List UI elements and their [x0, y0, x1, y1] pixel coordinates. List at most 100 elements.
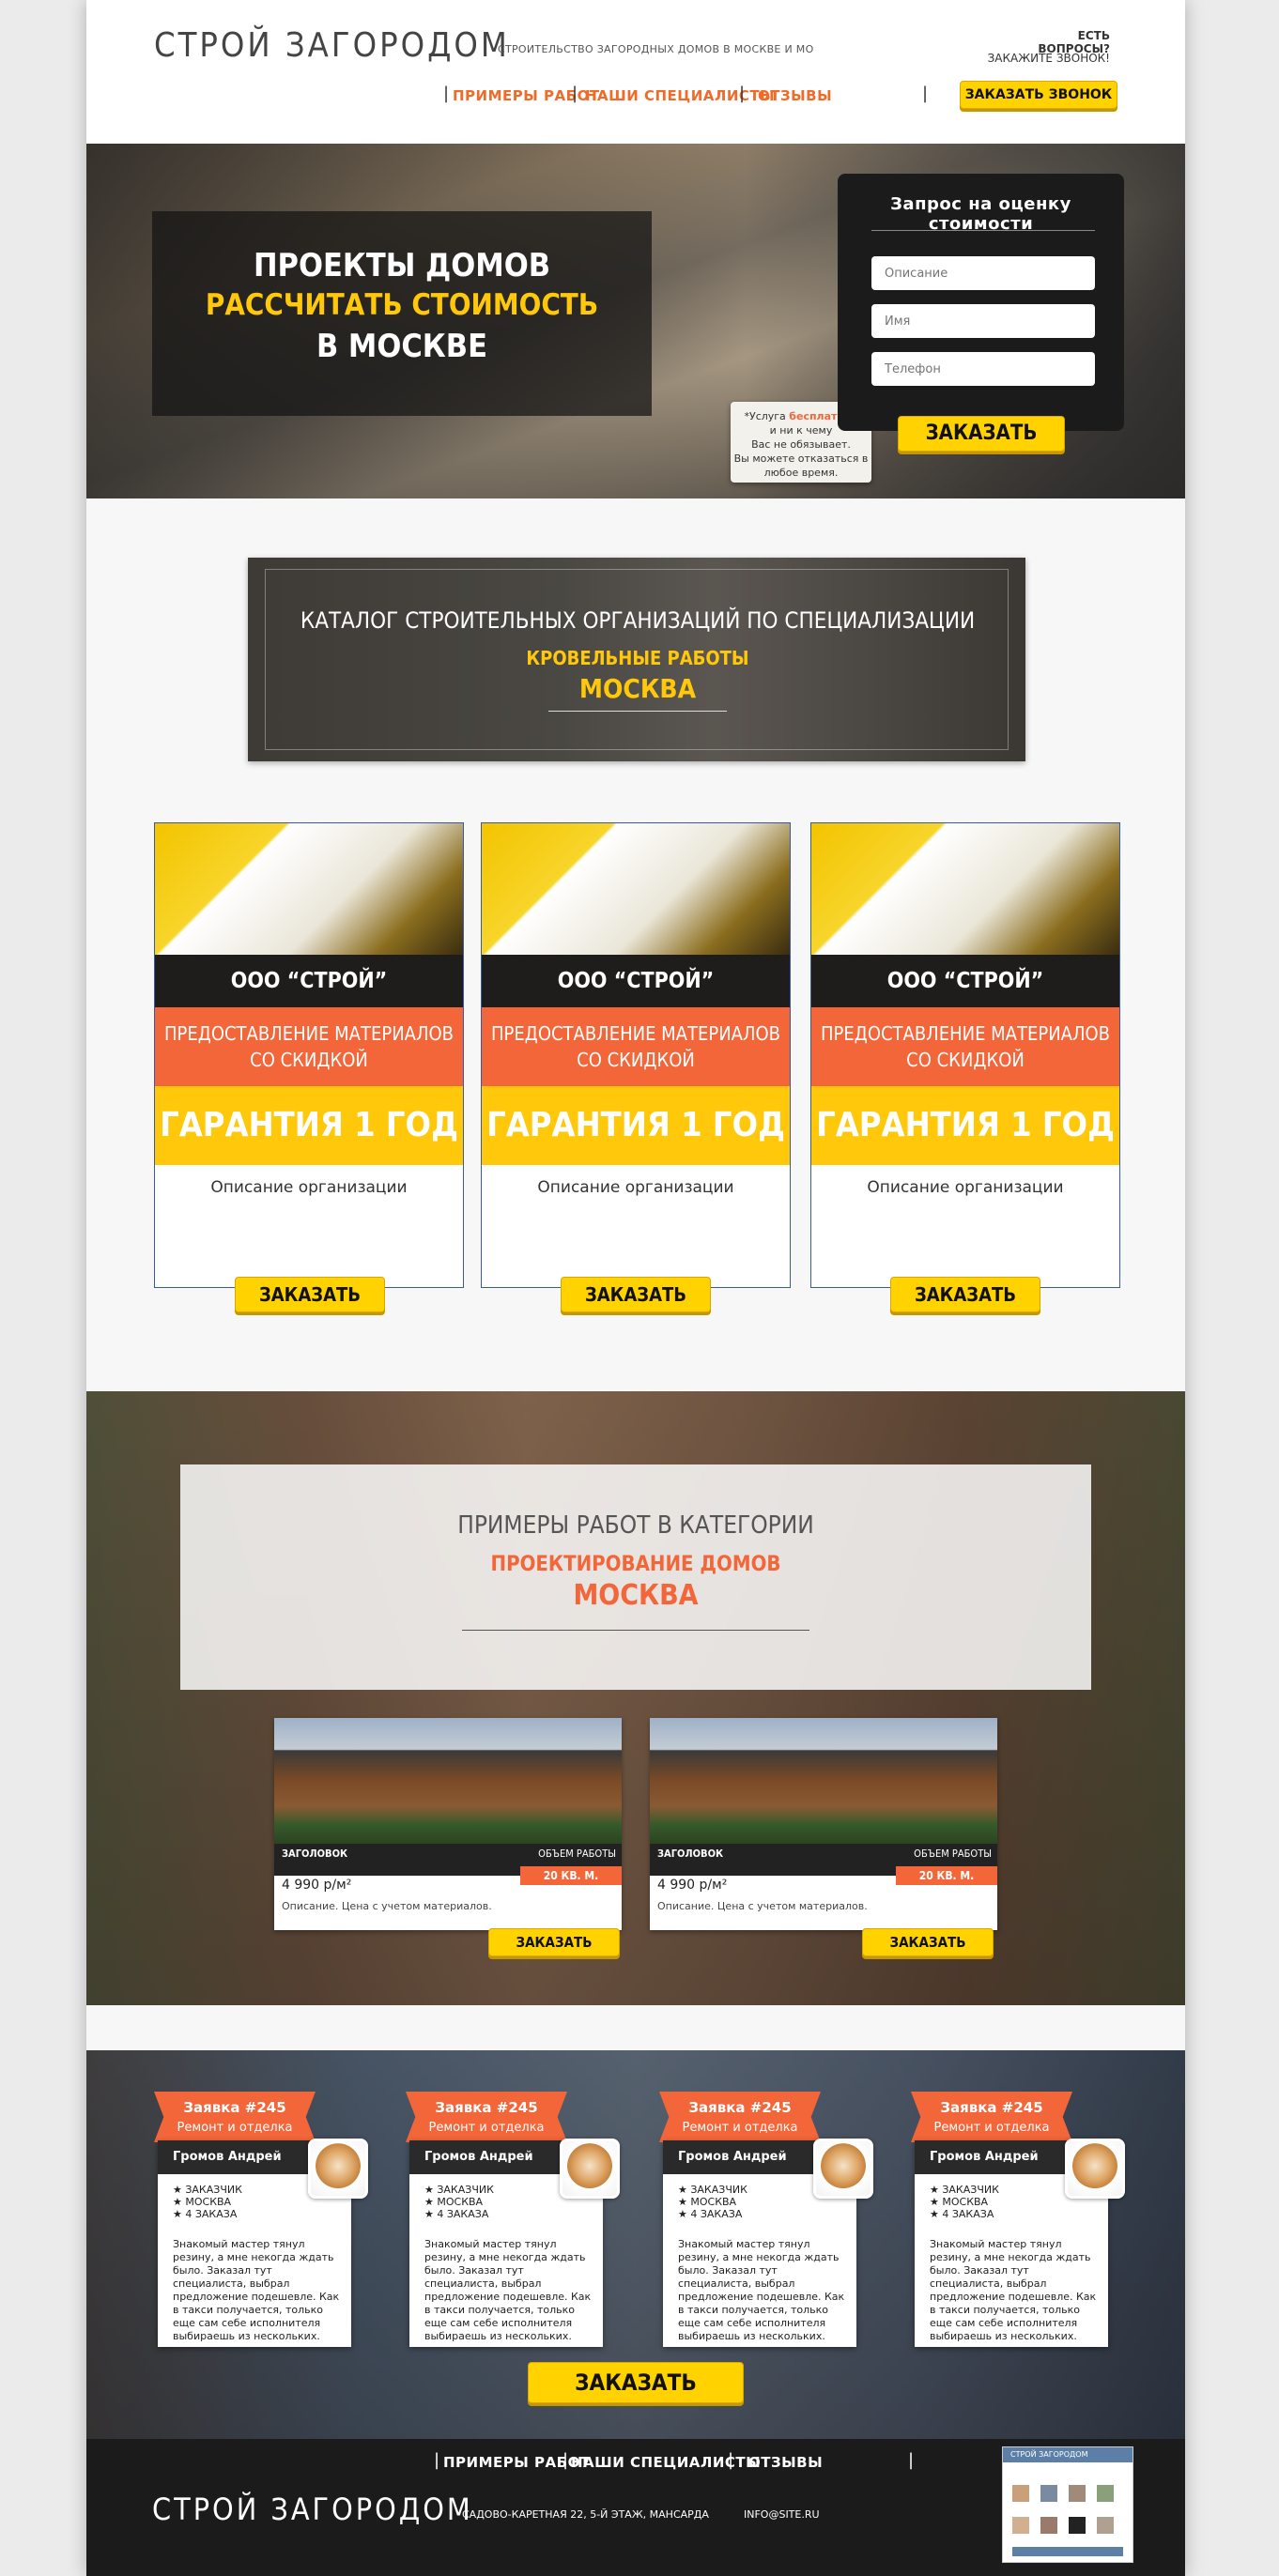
works-category: ПРОЕКТИРОВАНИЕ ДОМОВ	[490, 1553, 781, 1576]
review-meta-orders: ★ 4 ЗАКАЗА	[173, 2208, 238, 2220]
review-avatar	[560, 2139, 620, 2199]
footer-nav-item-reviews[interactable]: ОТЗЫВЫ	[748, 2454, 823, 2471]
review-meta-orders: ★ 4 ЗАКАЗА	[678, 2208, 743, 2220]
nav-item-works[interactable]: ПРИМЕРЫ РАБОТ	[453, 87, 600, 104]
review-meta-city: ★ МОСКВА	[930, 2196, 989, 2208]
card-offer: ПРЕДОСТАВЛЕНИЕ МАТЕРИАЛОВ СО СКИДКОЙ	[155, 1007, 463, 1086]
page: СТРОЙ ЗАГОРОДОМ СТРОИТЕЛЬСТВО ЗАГОРОДНЫХ…	[86, 0, 1185, 2576]
review-meta-orders: ★ 4 ЗАКАЗА	[424, 2208, 489, 2220]
footer-nav-item-works[interactable]: ПРИМЕРЫ РАБОТ	[443, 2454, 591, 2471]
reviews-order-button[interactable]: ЗАКАЗАТЬ	[528, 2362, 744, 2403]
footer-logo[interactable]: СТРОЙ ЗАГОРОДОМ	[152, 2492, 473, 2527]
widget-member-avatar	[1097, 2517, 1114, 2534]
works-city: МОСКВА	[573, 1579, 699, 1612]
nav-separator: |	[443, 84, 450, 103]
card-description: Описание организации	[210, 1178, 408, 1197]
description-input[interactable]	[871, 256, 1095, 290]
card-order-button[interactable]: ЗАКАЗАТЬ	[235, 1277, 385, 1312]
logo[interactable]: СТРОЙ ЗАГОРОДОМ	[154, 26, 510, 65]
card-order-button[interactable]: ЗАКАЗАТЬ	[561, 1277, 711, 1312]
footer: | ПРИМЕРЫ РАБОТ | НАШИ СПЕЦИАЛИСТЫ | ОТЗ…	[86, 2439, 1185, 2576]
review-order-ribbon: Заявка #245 Ремонт и отделка	[154, 2092, 316, 2142]
works-section: ПРИМЕРЫ РАБОТ В КАТЕГОРИИ ПРОЕКТИРОВАНИЕ…	[86, 1391, 1185, 2005]
nav-item-specialists[interactable]: НАШИ СПЕЦИАЛИСТЫ	[585, 87, 775, 104]
work-order-button[interactable]: ЗАКАЗАТЬ	[862, 1928, 994, 1956]
form-title: Запрос на оценку стоимости	[890, 194, 1071, 234]
review-meta-city: ★ МОСКВА	[424, 2196, 484, 2208]
card-order-button[interactable]: ЗАКАЗАТЬ	[890, 1277, 1040, 1312]
widget-member-avatar	[1069, 2517, 1086, 2534]
card-guarantee: ГАРАНТИЯ 1 ГОД	[811, 1086, 1119, 1165]
nav-separator: |	[908, 2450, 915, 2470]
nav-separator: |	[739, 84, 746, 103]
note-prefix: *Услуга	[744, 410, 790, 422]
nav-separator: |	[562, 2450, 569, 2470]
works-header-box: ПРИМЕРЫ РАБОТ В КАТЕГОРИИ ПРОЕКТИРОВАНИЕ…	[180, 1464, 1091, 1690]
phone-input[interactable]	[871, 352, 1095, 386]
review-meta-city-text: МОСКВА	[690, 2196, 737, 2208]
header: СТРОЙ ЗАГОРОДОМ СТРОИТЕЛЬСТВО ЗАГОРОДНЫХ…	[86, 0, 1185, 144]
review-order-type: Ремонт и отделка	[933, 2121, 1050, 2135]
footer-email[interactable]: INFO@SITE.RU	[744, 2508, 820, 2521]
card-offer-line-2: СО СКИДКОЙ	[577, 1049, 695, 1071]
review-order-number: Заявка #245	[940, 2099, 1043, 2116]
catalog-banner-frame: КАТАЛОГ СТРОИТЕЛЬНЫХ ОРГАНИЗАЦИЙ ПО СПЕЦ…	[265, 569, 1009, 750]
card-image	[155, 823, 463, 955]
social-widget[interactable]: СТРОЙ ЗАГОРОДОМ	[1002, 2446, 1133, 2563]
widget-member-avatar	[1069, 2485, 1086, 2502]
work-volume-label: ОБЪЕМ РАБОТЫ	[914, 1848, 992, 1860]
card-offer-line-1: ПРЕДОСТАВЛЕНИЕ МАТЕРИАЛОВ	[821, 1022, 1110, 1045]
review-text: Знакомый мастер тянул резину, а мне неко…	[678, 2238, 845, 2342]
card-description: Описание организации	[537, 1178, 734, 1197]
nav-item-reviews[interactable]: ОТЗЫВЫ	[758, 87, 832, 104]
card-offer-line-1: ПРЕДОСТАВЛЕНИЕ МАТЕРИАЛОВ	[491, 1022, 780, 1045]
company-card: ООО “СТРОЙ” ПРЕДОСТАВЛЕНИЕ МАТЕРИАЛОВ СО …	[810, 822, 1120, 1288]
nav-separator: |	[434, 2450, 440, 2470]
work-description: Описание. Цена с учетом материалов.	[657, 1900, 868, 1912]
review-order-type: Ремонт и отделка	[682, 2121, 798, 2135]
company-card: ООО “СТРОЙ” ПРЕДОСТАВЛЕНИЕ МАТЕРИАЛОВ СО …	[154, 822, 464, 1288]
nav-separator: |	[922, 84, 929, 103]
review-meta: ★ ЗАКАЗЧИК ★ МОСКВА ★ 4 ЗАКАЗА	[173, 2184, 242, 2220]
header-nav: | ПРИМЕРЫ РАБОТ | НАШИ СПЕЦИАЛИСТЫ | ОТЗ…	[443, 84, 969, 108]
call-button[interactable]: ЗАКАЗАТЬ ЗВОНОК	[960, 81, 1117, 109]
widget-member-avatar	[1040, 2517, 1057, 2534]
hero-headline-box: ПРОЕКТЫ ДОМОВ РАССЧИТАТЬ СТОИМОСТЬ В МОС…	[152, 211, 652, 416]
work-heading: ЗАГОЛОВОК	[657, 1848, 724, 1860]
review-order-number: Заявка #245	[688, 2099, 792, 2116]
tagline: СТРОИТЕЛЬСТВО ЗАГОРОДНЫХ ДОМОВ В МОСКВЕ …	[498, 43, 814, 55]
submit-estimate-button[interactable]: ЗАКАЗАТЬ	[898, 416, 1065, 452]
name-input[interactable]	[871, 304, 1095, 338]
catalog-category: КРОВЕЛЬНЫЕ РАБОТЫ	[526, 647, 749, 669]
work-image	[274, 1718, 622, 1844]
work-card: ЗАГОЛОВОК ОБЪЕМ РАБОТЫ 20 КВ. М. 4 990 р…	[274, 1718, 622, 1930]
note-line-5: любое время.	[763, 467, 839, 479]
review-meta-role: ★ ЗАКАЗЧИК	[424, 2184, 494, 2196]
work-volume-badge: 20 КВ. М.	[520, 1866, 622, 1885]
catalog-city: МОСКВА	[578, 673, 697, 704]
widget-member-avatar	[1097, 2485, 1114, 2502]
hero-section: ПРОЕКТЫ ДОМОВ РАССЧИТАТЬ СТОИМОСТЬ В МОС…	[86, 144, 1185, 498]
card-offer-line-1: ПРЕДОСТАВЛЕНИЕ МАТЕРИАЛОВ	[164, 1022, 454, 1045]
card-image	[811, 823, 1119, 955]
widget-member-avatar	[1012, 2485, 1029, 2502]
review-text: Знакомый мастер тянул резину, а мне неко…	[424, 2238, 592, 2342]
review-avatar	[813, 2139, 873, 2199]
review-meta: ★ ЗАКАЗЧИК ★ МОСКВА ★ 4 ЗАКАЗА	[678, 2184, 747, 2220]
form-divider	[871, 230, 1095, 231]
review-avatar	[308, 2139, 368, 2199]
work-order-button[interactable]: ЗАКАЗАТЬ	[488, 1928, 620, 1956]
review-meta-role: ★ ЗАКАЗЧИК	[930, 2184, 999, 2196]
footer-address: САДОВО-КАРЕТНАЯ 22, 5-Й ЭТАЖ, МАНСАРДА	[462, 2508, 709, 2521]
card-description: Описание организации	[867, 1178, 1064, 1197]
widget-member-avatar	[1040, 2485, 1057, 2502]
review-order-type: Ремонт и отделка	[428, 2121, 545, 2135]
estimate-form: Запрос на оценку стоимости ЗАКАЗАТЬ	[838, 174, 1124, 452]
review-meta-role-text: ЗАКАЗЧИК	[690, 2184, 747, 2196]
widget-subscribe-button[interactable]	[1012, 2547, 1123, 2556]
widget-member-avatar	[1012, 2517, 1029, 2534]
review-meta-role-text: ЗАКАЗЧИК	[437, 2184, 494, 2196]
review-meta-role: ★ ЗАКАЗЧИК	[678, 2184, 747, 2196]
hero-line-1: ПРОЕКТЫ ДОМОВ	[253, 247, 551, 284]
review-meta-role-text: ЗАКАЗЧИК	[942, 2184, 999, 2196]
